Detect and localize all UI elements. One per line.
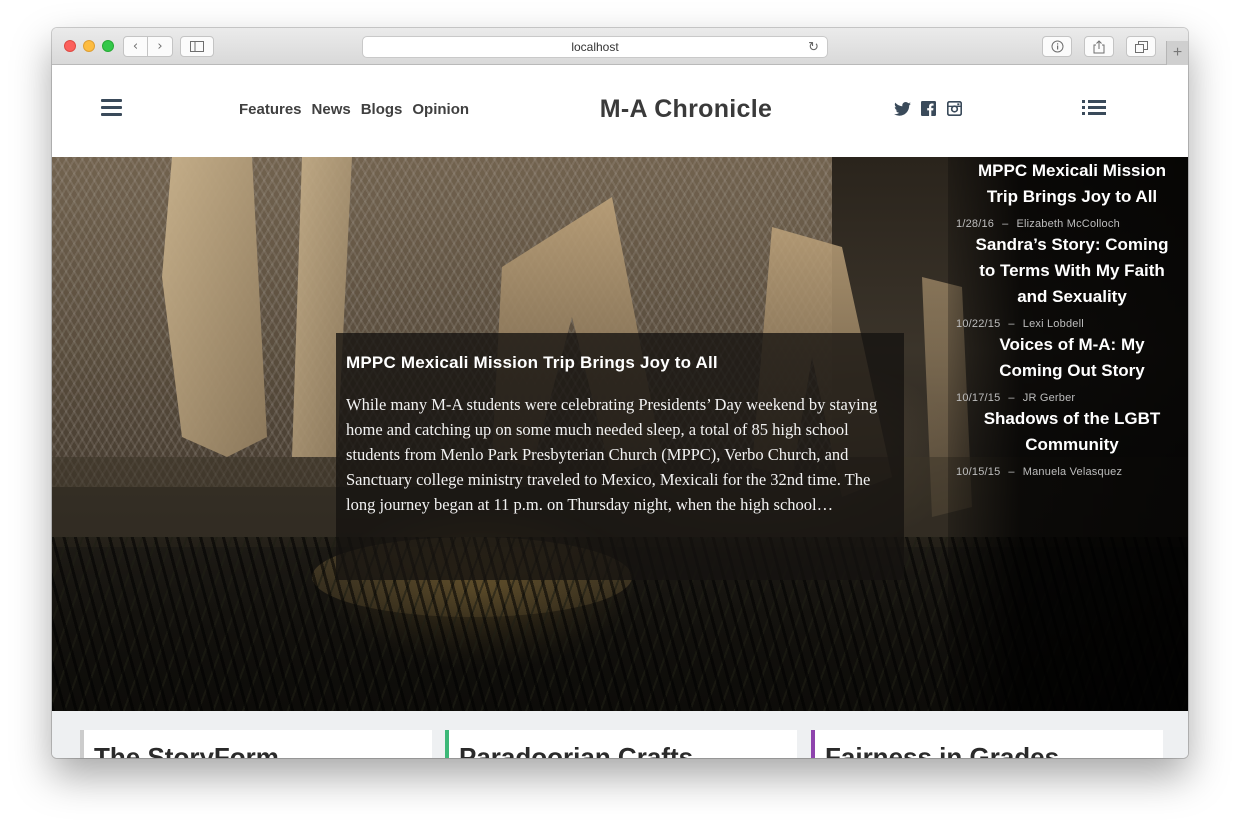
- instagram-icon[interactable]: [946, 100, 963, 117]
- story-title[interactable]: Shadows of the LGBT Community: [956, 406, 1188, 458]
- new-tab-button[interactable]: +: [1166, 41, 1188, 65]
- chevron-right-icon: ›: [157, 39, 163, 54]
- address-bar[interactable]: localhost ↻: [362, 36, 828, 58]
- history-nav: ‹ ›: [123, 36, 173, 57]
- social-links: [894, 100, 963, 117]
- story-author: Elizabeth McColloch: [1016, 218, 1120, 230]
- tabs-overview-button[interactable]: [1126, 36, 1156, 57]
- reader-info-button[interactable]: [1042, 36, 1072, 57]
- close-window-button[interactable]: [64, 40, 76, 52]
- plus-icon: +: [1172, 44, 1183, 61]
- chevron-left-icon: ‹: [132, 39, 139, 54]
- facebook-icon[interactable]: [920, 100, 937, 117]
- nav-link-blogs[interactable]: Blogs: [361, 101, 403, 118]
- site-title[interactable]: M-A Chronicle: [572, 95, 800, 124]
- nav-link-news[interactable]: News: [312, 101, 351, 118]
- story-cards-row: The StoryForm Paradoorian Crafts Fairnes…: [52, 711, 1188, 758]
- nav-link-features[interactable]: Features: [239, 101, 302, 118]
- story-meta: 1/28/16– Elizabeth McColloch: [956, 218, 1120, 230]
- story-card[interactable]: Fairness in Grades: [811, 730, 1163, 758]
- url-text: localhost: [571, 40, 619, 54]
- list-icon[interactable]: [1082, 100, 1106, 116]
- featured-story[interactable]: MPPC Mexicali Mission Trip Brings Joy to…: [336, 333, 904, 580]
- browser-window: ‹ › localhost ↻ + Features News Blogs Op…: [52, 28, 1188, 758]
- story-author: JR Gerber: [1022, 392, 1076, 404]
- story-title[interactable]: Voices of M-A: My Coming Out Story: [956, 332, 1188, 384]
- story-author: Lexi Lobdell: [1022, 318, 1084, 330]
- main-nav: Features News Blogs Opinion: [239, 101, 469, 118]
- hero-section: MPPC Mexicali Mission Trip Brings Joy to…: [52, 157, 1188, 711]
- list-item[interactable]: Voices of M-A: My Coming Out Story 10/17…: [956, 332, 1188, 404]
- zoom-window-button[interactable]: [102, 40, 114, 52]
- forward-button[interactable]: ›: [148, 36, 173, 57]
- story-date: 10/15/15: [956, 466, 1001, 478]
- featured-story-excerpt: While many M-A students were celebrating…: [346, 395, 878, 514]
- share-icon: [1093, 39, 1105, 53]
- story-meta: 10/15/15– Manuela Velasquez: [956, 466, 1123, 478]
- story-card[interactable]: The StoryForm: [80, 730, 432, 758]
- list-item[interactable]: Sandra’s Story: Coming to Terms With My …: [956, 232, 1188, 330]
- nav-link-opinion[interactable]: Opinion: [412, 101, 469, 118]
- browser-toolbar: ‹ › localhost ↻ +: [52, 28, 1188, 65]
- reload-icon[interactable]: ↻: [808, 39, 819, 55]
- story-date: 10/17/15: [956, 392, 1001, 404]
- list-item[interactable]: MPPC Mexicali Mission Trip Brings Joy to…: [956, 157, 1188, 230]
- story-date: 1/28/16: [956, 218, 995, 230]
- story-title[interactable]: Sandra’s Story: Coming to Terms With My …: [956, 232, 1188, 310]
- story-author: Manuela Velasquez: [1022, 466, 1123, 478]
- featured-story-title[interactable]: MPPC Mexicali Mission Trip Brings Joy to…: [346, 353, 894, 373]
- site-header: Features News Blogs Opinion M-A Chronicl…: [52, 65, 1188, 157]
- minimize-window-button[interactable]: [83, 40, 95, 52]
- story-card-title[interactable]: Fairness in Grades: [825, 742, 1059, 758]
- info-icon: [1051, 40, 1063, 53]
- story-meta: 10/22/15– Lexi Lobdell: [956, 318, 1084, 330]
- story-meta: 10/17/15– JR Gerber: [956, 392, 1076, 404]
- story-card-title[interactable]: Paradoorian Crafts: [459, 742, 693, 758]
- recent-stories-list: MPPC Mexicali Mission Trip Brings Joy to…: [956, 157, 1188, 480]
- story-title[interactable]: MPPC Mexicali Mission Trip Brings Joy to…: [956, 157, 1188, 210]
- story-date: 10/22/15: [956, 318, 1001, 330]
- hamburger-icon[interactable]: [101, 99, 122, 116]
- share-button[interactable]: [1084, 36, 1114, 57]
- tabs-icon: [1134, 40, 1148, 53]
- back-button[interactable]: ‹: [123, 36, 148, 57]
- twitter-icon[interactable]: [894, 100, 911, 117]
- list-item[interactable]: Shadows of the LGBT Community 10/15/15– M…: [956, 406, 1188, 478]
- sidebar-toggle-button[interactable]: [180, 36, 214, 57]
- sidebar-icon: [190, 41, 204, 52]
- story-card[interactable]: Paradoorian Crafts: [445, 730, 797, 758]
- story-card-title[interactable]: The StoryForm: [94, 742, 279, 758]
